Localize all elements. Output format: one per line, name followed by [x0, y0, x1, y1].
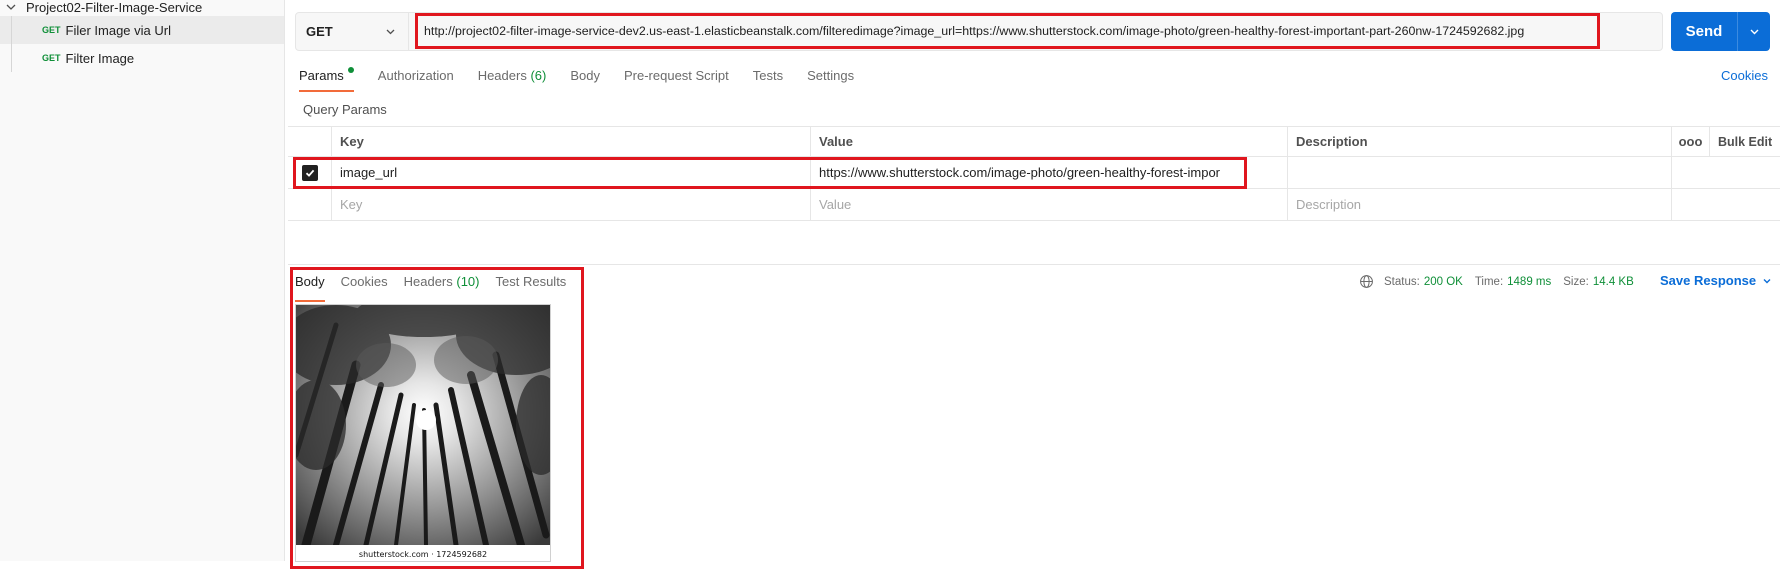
- tab-label: Pre-request Script: [623, 68, 729, 83]
- collection-name: Project02-Filter-Image-Service: [26, 0, 203, 15]
- time-label: Time:: [1474, 275, 1504, 288]
- save-response-button[interactable]: Save Response: [1660, 273, 1772, 288]
- status-label: Status:: [1384, 275, 1420, 288]
- tab-settings[interactable]: Settings: [807, 64, 854, 92]
- save-response-label: Save Response: [1660, 273, 1757, 288]
- globe-icon[interactable]: [1359, 274, 1374, 289]
- method-tag: GET: [42, 25, 61, 35]
- tab-params[interactable]: Params: [299, 64, 354, 92]
- header-description: Description: [1288, 127, 1672, 156]
- method-tag: GET: [42, 53, 61, 63]
- new-value-input[interactable]: Value: [811, 189, 1288, 220]
- tab-label: Headers: [477, 68, 527, 83]
- new-description-input[interactable]: Description: [1288, 189, 1672, 220]
- send-button[interactable]: Send: [1671, 12, 1770, 51]
- tab-headers[interactable]: Headers (6): [478, 64, 547, 92]
- row-spacer: [1672, 189, 1710, 220]
- sidebar-item-label: Filer Image via Url: [65, 22, 171, 38]
- method-label: GET: [306, 24, 333, 39]
- send-label: Send: [1685, 23, 1723, 40]
- tab-label: Tests: [752, 68, 784, 83]
- size-value: 14.4 KB: [1592, 275, 1634, 288]
- highlight-box-param: [293, 157, 1247, 189]
- more-options-button[interactable]: ooo: [1672, 127, 1710, 156]
- method-select[interactable]: GET: [296, 13, 409, 50]
- tab-label: Settings: [807, 68, 855, 83]
- status-value: 200 OK: [1423, 275, 1463, 288]
- chevron-down-icon: [386, 29, 395, 35]
- header-key: Key: [332, 127, 811, 156]
- request-tabs: Params Authorization Headers (6) Body Pr…: [299, 64, 878, 92]
- url-input[interactable]: http://project02-filter-image-service-de…: [415, 13, 1600, 49]
- sidebar-item-filter-image[interactable]: GET Filter Image: [0, 44, 284, 72]
- tab-tests[interactable]: Tests: [753, 64, 783, 92]
- row-check-cell: [288, 189, 332, 220]
- size-label: Size:: [1563, 275, 1589, 288]
- sidebar: Project02-Filter-Image-Service GET Filer…: [0, 0, 285, 561]
- header-value: Value: [811, 127, 1288, 156]
- pane-divider[interactable]: [288, 264, 1780, 265]
- cookies-link[interactable]: Cookies: [1721, 68, 1768, 83]
- tab-authorization[interactable]: Authorization: [378, 64, 454, 92]
- row-spacer: [1672, 157, 1710, 188]
- sidebar-item-filer-image-via-url[interactable]: GET Filer Image via Url: [0, 16, 284, 44]
- header-check-cell: [288, 127, 332, 156]
- tab-body[interactable]: Body: [570, 64, 600, 92]
- collection-item[interactable]: Project02-Filter-Image-Service: [0, 0, 284, 16]
- bulk-edit-button[interactable]: Bulk Edit: [1710, 127, 1780, 156]
- tab-label: Params: [299, 68, 344, 83]
- chevron-down-icon: [1763, 278, 1771, 283]
- new-key-input[interactable]: Key: [332, 189, 811, 220]
- response-status-bar: Status: 200 OK Time: 1489 ms Size: 14.4 …: [1359, 274, 1646, 289]
- send-options-button[interactable]: [1738, 26, 1770, 37]
- request-bar: GET http://project02-filter-image-servic…: [295, 12, 1663, 51]
- tab-label: Authorization: [377, 68, 454, 83]
- tab-pre-request-script[interactable]: Pre-request Script: [624, 64, 729, 92]
- time-value: 1489 ms: [1507, 275, 1552, 288]
- url-text: http://project02-filter-image-service-de…: [424, 24, 1525, 38]
- chevron-down-icon[interactable]: [4, 0, 18, 14]
- chevron-down-icon: [1750, 29, 1758, 35]
- sidebar-item-label: Filter Image: [65, 50, 135, 66]
- param-description-input[interactable]: [1288, 157, 1672, 188]
- highlight-box-response: [290, 267, 584, 569]
- table-row-empty: Key Value Description: [288, 189, 1780, 221]
- query-params-title: Query Params: [303, 102, 387, 117]
- table-header-row: Key Value Description ooo Bulk Edit: [288, 127, 1780, 157]
- params-active-dot: [347, 67, 354, 73]
- headers-count: (6): [530, 68, 547, 83]
- tab-label: Body: [570, 68, 600, 83]
